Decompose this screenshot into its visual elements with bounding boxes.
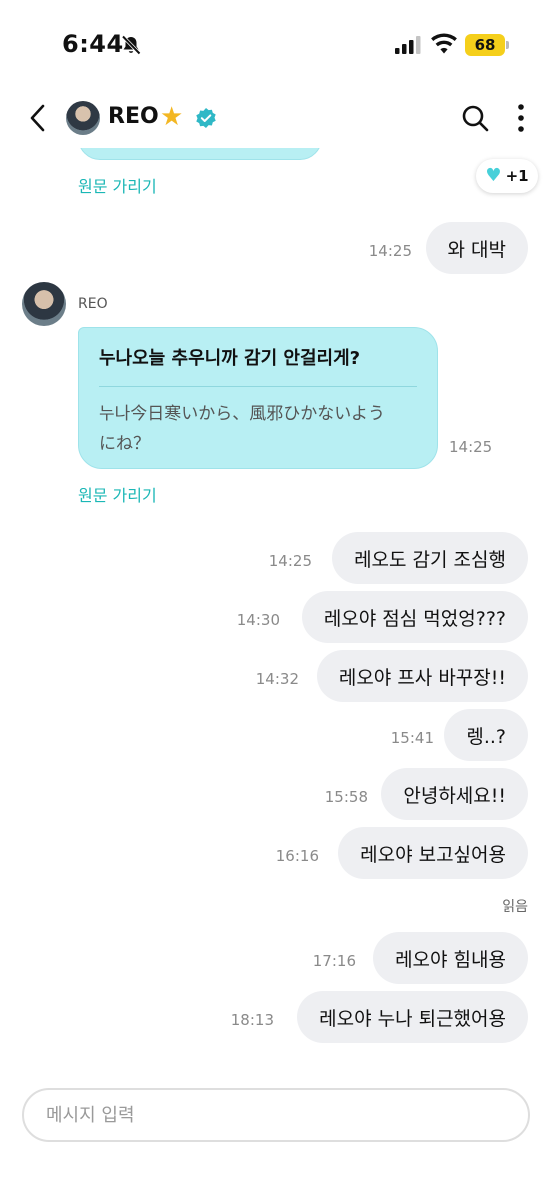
contact-name[interactable]: REO [108,104,159,129]
message-time: 14:25 [268,552,312,570]
message-time: 18:13 [230,1011,274,1029]
message-time: 14:30 [236,611,280,629]
translation-divider [99,386,417,387]
sender-avatar[interactable] [22,282,66,326]
incoming-bubble-partial [78,148,322,160]
star-icon: ★ [160,102,184,132]
outgoing-message[interactable]: 레오야 프사 바꾸장!! [316,650,528,702]
translation-line: 누나今日寒いから、風邪ひかないよう [99,404,385,424]
outgoing-message[interactable]: 레오도 감기 조심행 [332,532,528,584]
outgoing-message[interactable]: 레오야 점심 먹었엉??? [301,591,528,643]
message-list[interactable]: 원문 가리기 ♥ +1 14:25 와 대박 REO 누나오늘 추우니까 감기 … [0,148,552,1068]
incoming-message-text: 누나오늘 추우니까 감기 안걸리게? [99,348,361,369]
message-time: 14:32 [255,670,299,688]
status-time: 6:44 [62,30,124,58]
header-avatar[interactable] [66,101,100,135]
message-time: 14:25 [449,438,493,456]
translation-line: にね？ [99,434,150,454]
reaction-badge[interactable]: ♥ +1 [476,159,538,193]
back-arrow-icon[interactable] [26,102,50,134]
outgoing-message[interactable]: 레오야 보고싶어용 [338,827,528,879]
message-time: 15:58 [324,788,368,806]
verified-badge-icon [196,108,216,128]
reaction-count: +1 [505,167,529,185]
wifi-icon [431,33,457,54]
cellular-signal-icon [395,36,421,54]
sender-name: REO [78,296,108,312]
outgoing-message[interactable]: 안녕하세요!! [381,768,528,820]
outgoing-message[interactable]: 레오야 누나 퇴근했어용 [297,991,528,1043]
chat-screen: 6:44 68 REO ★ 원문 가리기 ♥ +1 14:25 와 대박 REO… [0,0,552,1200]
hide-original-link[interactable]: 원문 가리기 [78,173,157,197]
message-input[interactable] [24,1090,528,1140]
hide-original-link[interactable]: 원문 가리기 [78,482,157,506]
battery-tip [506,41,509,49]
search-icon[interactable] [461,104,489,132]
outgoing-message[interactable]: 와 대박 [425,222,528,274]
heart-icon: ♥ [485,165,502,186]
read-receipt: 읽음 [502,899,528,915]
status-bar: 6:44 68 [0,0,552,90]
bell-muted-icon [121,35,141,55]
incoming-message[interactable]: 누나오늘 추우니까 감기 안걸리게? 누나今日寒いから、風邪ひかないよう にね？ [78,327,438,469]
chat-header: REO ★ [0,90,552,148]
battery-indicator: 68 [465,34,505,56]
message-time: 15:41 [390,729,434,747]
message-time: 14:25 [368,242,412,260]
message-time: 17:16 [312,952,356,970]
outgoing-message[interactable]: 렝..? [444,709,528,761]
outgoing-message[interactable]: 레오야 힘내용 [373,932,528,984]
message-input-bar [22,1088,530,1142]
more-options-icon[interactable] [510,102,532,134]
message-time: 16:16 [275,847,319,865]
